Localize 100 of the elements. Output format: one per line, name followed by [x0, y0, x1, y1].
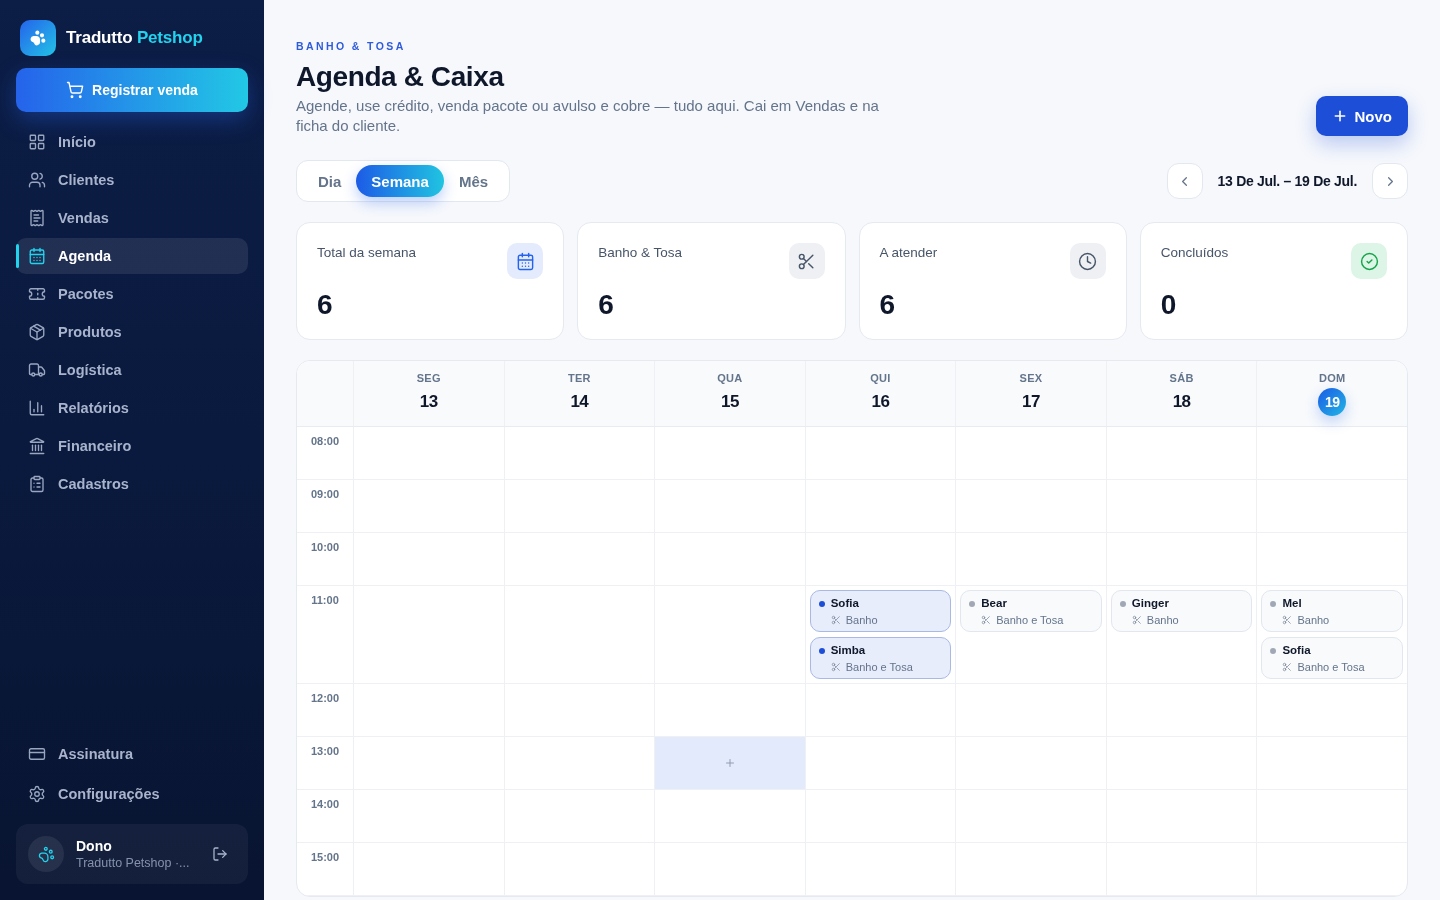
- pet-name: Sofia: [830, 596, 859, 611]
- calendar-slot[interactable]: Mel Banho Sofia Banho e Tosa: [1256, 586, 1407, 683]
- nav-item[interactable]: Cadastros: [16, 466, 248, 502]
- nav-item[interactable]: Logística: [16, 352, 248, 388]
- event-card[interactable]: Bear Banho e Tosa: [960, 590, 1102, 632]
- status-dot: [1270, 647, 1277, 654]
- add-icon: [723, 757, 736, 769]
- scissors-icon: [788, 243, 825, 279]
- paw-icon: [20, 20, 56, 56]
- weekday-label: SÁB: [1169, 371, 1194, 385]
- event-card[interactable]: Mel Banho: [1261, 590, 1403, 632]
- nav-item[interactable]: Relatórios: [16, 390, 248, 426]
- scissors-icon: [830, 662, 841, 672]
- stat-value: 0: [1160, 289, 1177, 321]
- event-card[interactable]: Simba Banho e Tosa: [809, 637, 952, 679]
- clipboard-icon: [28, 475, 46, 493]
- pet-name: Ginger: [1131, 596, 1169, 611]
- pet-name: Mel: [1282, 596, 1302, 611]
- weekday-label: TER: [567, 371, 591, 385]
- time-label: 09:00: [310, 487, 340, 501]
- day-date: 17: [1021, 391, 1041, 413]
- new-button[interactable]: Novo: [1315, 96, 1408, 136]
- stat-value: 6: [598, 289, 614, 321]
- truck-icon: [28, 361, 46, 379]
- nav-item[interactable]: Assinatura: [16, 736, 248, 772]
- scissors-icon: [830, 615, 841, 625]
- account-name: Dono: [76, 838, 112, 854]
- stat-label: A atender: [879, 244, 938, 262]
- pet-name: Bear: [981, 596, 1007, 611]
- nav-item[interactable]: Financeiro: [16, 428, 248, 464]
- nav-item[interactable]: Vendas: [16, 200, 248, 236]
- service-name: Banho: [1297, 613, 1330, 627]
- nav-item[interactable]: Agenda: [16, 238, 248, 274]
- status-dot: [1119, 600, 1126, 607]
- status-dot: [818, 647, 825, 654]
- service-name: Banho e Tosa: [1297, 660, 1365, 674]
- stat-label: Concluídos: [1160, 244, 1229, 262]
- nav-item[interactable]: Configurações: [16, 776, 248, 812]
- brand-name: Tradutto Petshop: [66, 28, 203, 48]
- service-name: Banho e Tosa: [845, 660, 913, 674]
- scissors-icon: [981, 615, 992, 625]
- time-label: 12:00: [310, 691, 340, 705]
- pet-name: Sofia: [1282, 643, 1311, 658]
- nav-item[interactable]: Início: [16, 124, 248, 160]
- previous-week-button[interactable]: [1166, 163, 1203, 199]
- service-name: Banho: [845, 613, 878, 627]
- scissors-icon: [1131, 615, 1142, 625]
- date-range: 13 De Jul. – 19 De Jul.: [1217, 173, 1357, 189]
- settings-icon: [28, 785, 46, 803]
- credit-card-icon: [28, 745, 46, 763]
- box-icon: [28, 323, 46, 341]
- view-tab[interactable]: Dia: [303, 165, 357, 197]
- status-dot: [1270, 600, 1277, 607]
- event-card[interactable]: Ginger Banho: [1110, 590, 1253, 632]
- service-name: Banho e Tosa: [996, 613, 1064, 627]
- account-subtitle: Tradutto Petshop ·...: [76, 856, 190, 870]
- time-label: 08:00: [310, 434, 340, 448]
- weekday-label: QUI: [870, 371, 891, 385]
- day-date: 15: [719, 391, 740, 413]
- page-subtitle: Agende, use crédito, venda pacote ou avulso e cobre — tudo aqui. Cai em Vendas e na ficha do cliente.: [296, 96, 880, 136]
- calendar-icon: [507, 243, 544, 279]
- day-date: 14: [569, 391, 590, 413]
- clock-icon: [1069, 243, 1106, 279]
- logout-icon[interactable]: [212, 846, 228, 862]
- time-label: 13:00: [310, 744, 340, 758]
- status-dot: [969, 600, 976, 607]
- paw-avatar-icon: [28, 836, 64, 872]
- calendar-icon: [28, 247, 46, 265]
- section-eyebrow: BANHO & TOSA: [296, 40, 406, 52]
- day-date: 18: [1171, 391, 1192, 413]
- time-label: 14:00: [310, 797, 340, 811]
- today-date: 19: [1318, 388, 1347, 416]
- ticket-icon: [28, 285, 46, 303]
- status-dot: [818, 600, 825, 607]
- calendar-slot[interactable]: Bear Banho e Tosa: [955, 586, 1106, 683]
- next-week-button[interactable]: [1372, 163, 1408, 199]
- calendar-slot[interactable]: Sofia Banho Simba Banho e Tosa: [804, 586, 956, 683]
- event-card[interactable]: Sofia Banho e Tosa: [1261, 637, 1403, 679]
- cart-icon: [66, 81, 85, 99]
- stat-label: Total da semana: [317, 244, 417, 262]
- weekday-label: DOM: [1318, 371, 1346, 385]
- nav-item[interactable]: Clientes: [16, 162, 248, 198]
- nav-item[interactable]: Pacotes: [16, 276, 248, 312]
- time-label: 15:00: [310, 850, 340, 864]
- event-card[interactable]: Sofia Banho: [809, 590, 952, 632]
- receipt-icon: [28, 209, 46, 227]
- time-label: 11:00: [311, 593, 339, 607]
- scissors-icon: [1282, 615, 1293, 625]
- calendar-slot[interactable]: [654, 737, 805, 789]
- calendar-slot[interactable]: Ginger Banho: [1105, 586, 1257, 683]
- page-title: Agenda & Caixa: [296, 60, 504, 94]
- scissors-icon: [1282, 662, 1293, 672]
- weekday-label: SEG: [416, 371, 441, 385]
- stat-value: 6: [317, 289, 333, 321]
- weekday-label: SEX: [1019, 371, 1043, 385]
- weekday-label: QUA: [717, 371, 743, 385]
- nav-item[interactable]: Produtos: [16, 314, 248, 350]
- bar-chart-icon: [28, 399, 46, 417]
- users-icon: [28, 171, 46, 189]
- view-tab[interactable]: Mês: [443, 165, 504, 197]
